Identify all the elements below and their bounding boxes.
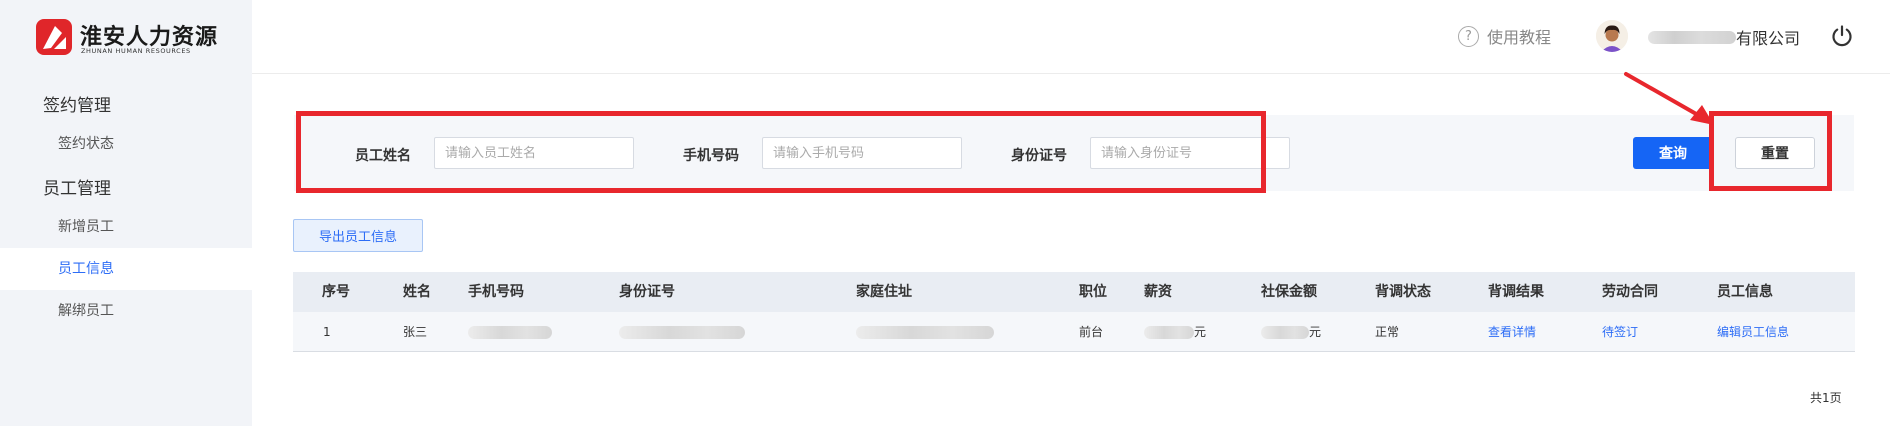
view-details-link[interactable]: 查看详情 <box>1488 312 1536 352</box>
col-employee-info: 员工信息 <box>1717 284 1773 300</box>
employee-table: 序号 姓名 手机号码 身份证号 家庭住址 职位 薪资 社保金额 背调状态 背调结… <box>293 272 1855 352</box>
sidebar-item-signing-status[interactable]: 签约状态 <box>0 123 252 165</box>
pagination-total: 共1页 <box>1810 391 1842 405</box>
arrow-annotation-icon <box>1624 72 1714 125</box>
app-root: 淮安人力资源 ZHUNAN HUMAN RESOURCES 签约管理 签约状态 … <box>0 0 1890 426</box>
menu-group-signing[interactable]: 签约管理 <box>43 91 111 116</box>
cell-index: 1 <box>323 325 331 339</box>
logo-subtitle: ZHUNAN HUMAN RESOURCES <box>81 47 191 55</box>
col-bg-status: 背调状态 <box>1375 284 1431 300</box>
sidebar-item-employee-info[interactable]: 员工信息 <box>0 248 252 290</box>
logo-mark-icon <box>36 19 72 55</box>
cell-address-redacted <box>856 312 994 352</box>
col-contract: 劳动合同 <box>1602 284 1658 300</box>
col-index: 序号 <box>322 284 350 300</box>
col-address: 家庭住址 <box>856 284 912 300</box>
cell-bg-status: 正常 <box>1375 325 1400 339</box>
col-bg-result: 背调结果 <box>1488 284 1544 300</box>
sidebar: 淮安人力资源 ZHUNAN HUMAN RESOURCES 签约管理 签约状态 … <box>0 0 252 426</box>
company-suffix: 有限公司 <box>1736 29 1801 48</box>
cell-insurance: 元 <box>1261 312 1321 352</box>
cell-id-redacted <box>619 312 745 352</box>
table-row: 1 张三 前台 元 元 正常 查看详情 待签订 编辑员工信息 <box>293 312 1855 352</box>
export-employee-button[interactable]: 导出员工信息 <box>293 219 423 252</box>
tutorial-link[interactable]: ? 使用教程 <box>1458 24 1551 48</box>
filter-highlight-box <box>296 111 1266 193</box>
cell-name: 张三 <box>403 325 428 339</box>
col-name: 姓名 <box>403 284 431 300</box>
col-position: 职位 <box>1079 284 1107 300</box>
menu-group-employee[interactable]: 员工管理 <box>43 174 111 199</box>
edit-employee-link[interactable]: 编辑员工信息 <box>1717 312 1789 352</box>
col-insurance: 社保金额 <box>1261 284 1317 300</box>
reset-highlight-box <box>1709 111 1832 191</box>
cell-salary-unit: 元 <box>1194 325 1207 339</box>
col-id-number: 身份证号 <box>619 284 675 300</box>
contract-pending-link[interactable]: 待签订 <box>1602 312 1638 352</box>
question-circle-icon: ? <box>1458 25 1479 47</box>
power-icon[interactable] <box>1830 24 1854 48</box>
sidebar-item-unbind-employee[interactable]: 解绑员工 <box>0 290 252 332</box>
sidebar-item-add-employee[interactable]: 新增员工 <box>0 206 252 248</box>
company-name[interactable]: 有限公司 <box>1648 25 1800 49</box>
tutorial-label: 使用教程 <box>1487 28 1552 47</box>
cell-salary: 元 <box>1144 312 1206 352</box>
avatar[interactable] <box>1596 20 1628 52</box>
col-salary: 薪资 <box>1144 284 1172 300</box>
cell-insurance-unit: 元 <box>1309 325 1322 339</box>
company-name-redacted <box>1648 30 1736 44</box>
cell-position: 前台 <box>1079 325 1104 339</box>
cell-phone-redacted <box>468 312 552 352</box>
top-header <box>252 0 1890 74</box>
logo[interactable]: 淮安人力资源 ZHUNAN HUMAN RESOURCES <box>36 17 256 57</box>
query-button[interactable]: 查询 <box>1633 137 1713 169</box>
col-phone: 手机号码 <box>468 284 524 300</box>
table-header: 序号 姓名 手机号码 身份证号 家庭住址 职位 薪资 社保金额 背调状态 背调结… <box>293 272 1855 312</box>
